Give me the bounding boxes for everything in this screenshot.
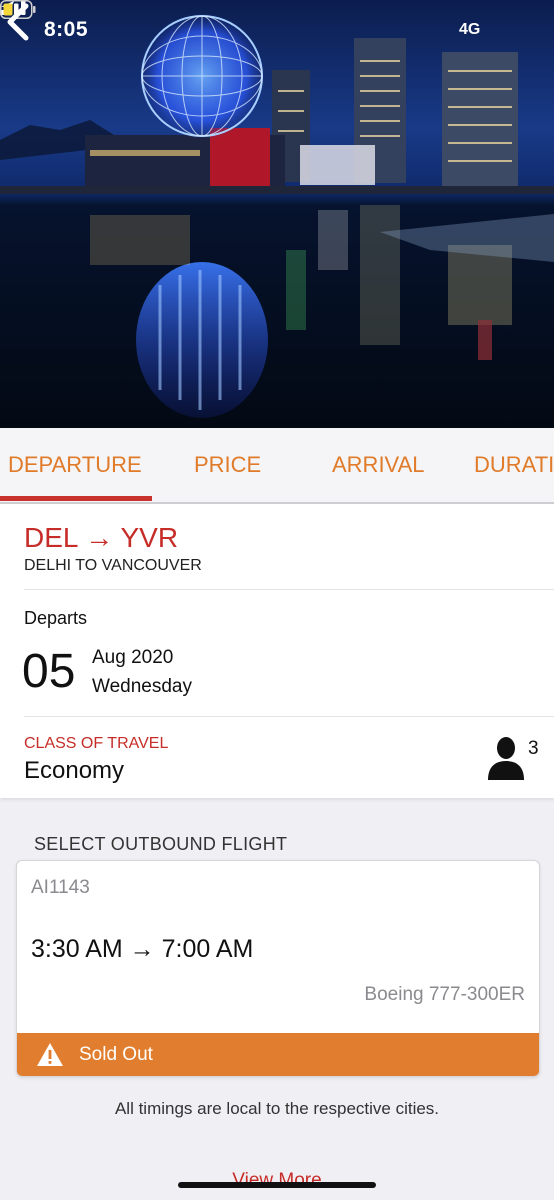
tab-arrival[interactable]: ARRIVAL <box>332 452 425 478</box>
tab-departure[interactable]: DEPARTURE <box>8 452 142 478</box>
warning-icon <box>37 1043 63 1066</box>
departure-weekday: Wednesday <box>92 676 192 697</box>
sold-out-banner: Sold Out <box>17 1033 539 1076</box>
hero-image: 8:05 4G <box>0 0 554 428</box>
home-indicator <box>178 1182 376 1188</box>
tab-duration[interactable]: DURATI <box>474 452 554 478</box>
timings-note: All timings are local to the respective … <box>114 1099 440 1118</box>
route-cities: DELHI TO VANCOUVER <box>24 557 202 574</box>
divider <box>24 716 554 717</box>
status-time: 8:05 <box>44 18 89 41</box>
network-type: 4G <box>459 21 481 38</box>
divider <box>24 589 554 590</box>
view-more-link[interactable]: View More <box>0 1170 554 1192</box>
departure-day: 05 <box>22 645 76 698</box>
passenger-icon <box>488 737 524 780</box>
trip-summary-card: DEL → YVR DELHI TO VANCOUVER Departs 05 … <box>0 504 554 798</box>
sold-out-label: Sold Out <box>79 1044 153 1065</box>
active-tab-indicator <box>0 496 152 501</box>
flight-card[interactable]: AI1143 3:30 AM → 7:00 AM Boeing 777-300E… <box>16 860 540 1077</box>
class-of-travel-label: CLASS OF TRAVEL <box>24 735 169 752</box>
passenger-count: 3 <box>528 738 539 759</box>
sort-tabs: DEPARTURE PRICE ARRIVAL DURATI <box>0 428 554 504</box>
city-skyline-illustration <box>0 12 554 418</box>
departs-label: Departs <box>24 608 88 628</box>
departure-month-year: Aug 2020 <box>92 647 174 668</box>
class-of-travel-value: Economy <box>24 757 125 784</box>
flight-number: AI1143 <box>31 877 90 898</box>
flight-times: 3:30 AM → 7:00 AM <box>31 935 254 963</box>
aircraft-type: Boeing 777-300ER <box>364 984 525 1005</box>
route-code: DEL → YVR <box>24 522 179 553</box>
back-chevron-icon[interactable] <box>0 0 40 44</box>
section-title: SELECT OUTBOUND FLIGHT <box>34 834 288 854</box>
status-bar: 8:05 4G <box>0 0 554 60</box>
tab-price[interactable]: PRICE <box>194 452 261 478</box>
